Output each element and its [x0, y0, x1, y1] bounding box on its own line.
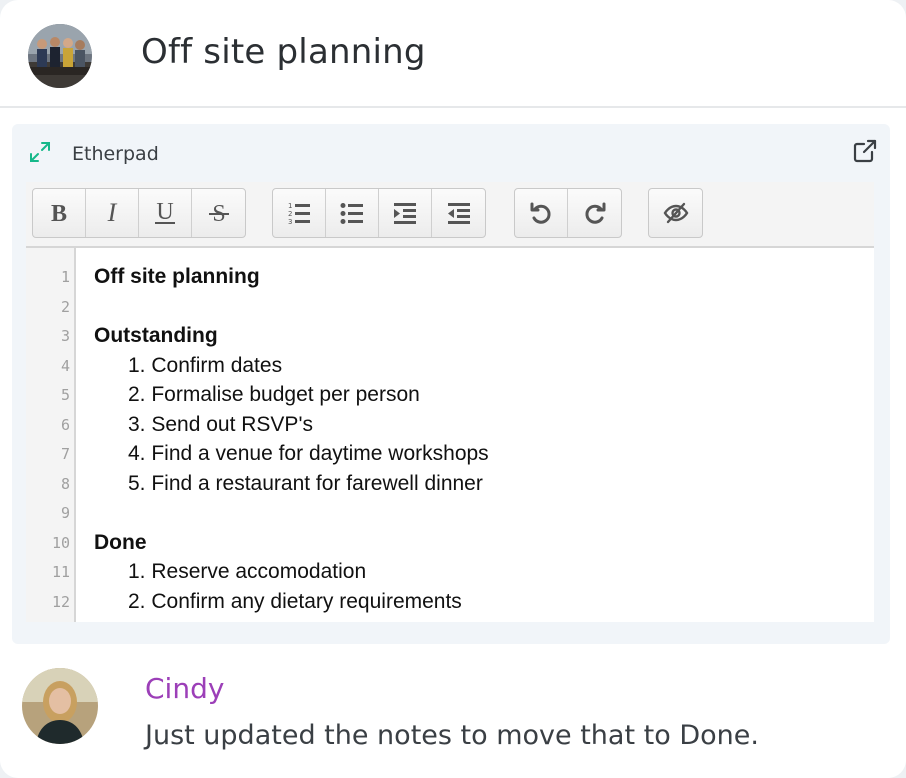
- etherpad-frame: B I U S 1 2 3 1 Off site planning 2 3 Ou…: [26, 182, 874, 622]
- pad-line[interactable]: 9: [26, 498, 874, 528]
- line-number: 10: [51, 533, 70, 552]
- pad-editor[interactable]: 1 Off site planning 2 3 Outstanding 4 1. Confi…: [26, 248, 874, 622]
- user-avatar[interactable]: [22, 668, 98, 744]
- indent-icon: [394, 203, 416, 224]
- line-text: Done: [94, 530, 147, 554]
- line-number: 11: [51, 563, 70, 581]
- list-item-text: 4. Find a venue for daytime workshops: [128, 442, 489, 465]
- svg-text:3: 3: [288, 218, 292, 226]
- svg-text:I: I: [107, 200, 118, 226]
- pad-line[interactable]: 6 3. Send out RSVP's: [26, 410, 874, 440]
- list-item-text: 5. Find a restaurant for farewell dinner: [128, 471, 483, 495]
- list-item-text: 3. Send out RSVP's: [128, 412, 313, 436]
- svg-text:1: 1: [288, 202, 292, 210]
- line-number: 8: [60, 474, 70, 493]
- line-text: Outstanding: [94, 324, 218, 347]
- line-number: 9: [60, 504, 70, 522]
- list-item-text: 1. Confirm dates: [128, 353, 283, 377]
- embed-header: Etherpad: [12, 124, 890, 180]
- line-text: Off site planning: [94, 265, 260, 288]
- pad-line[interactable]: 8 5. Find a restaurant for farewell dinne…: [26, 469, 874, 499]
- strikethrough-button[interactable]: S: [192, 189, 245, 237]
- pad-line[interactable]: 1 Off site planning: [26, 262, 874, 292]
- unordered-list-button[interactable]: [326, 189, 379, 237]
- expand-icon[interactable]: [28, 140, 52, 164]
- eye-slash-icon: [663, 202, 688, 224]
- line-number: 4: [60, 356, 70, 375]
- bullet-list-icon: [340, 203, 363, 224]
- underline-icon: U: [155, 200, 175, 225]
- etherpad-embed: Etherpad B I U S 1 2 3 1 Off site planni…: [12, 124, 890, 644]
- ordered-list-button[interactable]: 1 2 3: [273, 189, 326, 237]
- group-avatar[interactable]: [28, 24, 92, 88]
- list-item-text: 2. Confirm any dietary requirements: [128, 589, 462, 613]
- thread-header: Off site planning: [0, 0, 906, 108]
- line-number: 6: [60, 415, 70, 434]
- outdent-icon: [447, 203, 470, 224]
- pad-line[interactable]: 2: [26, 292, 874, 322]
- outdent-button[interactable]: [432, 189, 485, 237]
- undo-button[interactable]: [515, 189, 568, 237]
- undo-icon: [530, 202, 551, 224]
- conversation-card: Off site planning Etherpad B I U S 1 2 3…: [0, 0, 906, 778]
- ordered-list-icon: 1 2 3: [288, 202, 310, 226]
- underline-button[interactable]: U: [139, 189, 192, 237]
- pad-line[interactable]: 4 1. Confirm dates: [26, 351, 874, 381]
- list-item-text: 2. Formalise budget per person: [128, 383, 420, 406]
- line-number: 12: [51, 592, 70, 611]
- line-number: 2: [60, 297, 70, 316]
- hide-authorship-button[interactable]: [649, 189, 702, 237]
- list-item-text: 1. Reserve accomodation: [128, 560, 367, 583]
- svg-text:B: B: [51, 201, 67, 226]
- bold-button[interactable]: B: [33, 189, 86, 237]
- italic-icon: I: [107, 200, 118, 226]
- redo-button[interactable]: [568, 189, 621, 237]
- line-number: 5: [60, 386, 70, 404]
- pad-line[interactable]: 3 Outstanding: [26, 321, 874, 351]
- comment-text: Just updated the notes to move that to D…: [145, 720, 759, 751]
- open-external-icon[interactable]: [852, 138, 878, 164]
- view-group: [648, 188, 703, 238]
- line-number: 1: [60, 268, 70, 286]
- history-group: [514, 188, 622, 238]
- embed-app-label: Etherpad: [72, 143, 159, 165]
- pad-line[interactable]: 7 4. Find a venue for daytime workshops: [26, 439, 874, 469]
- format-group: B I U S: [32, 188, 246, 238]
- thread-title: Off site planning: [141, 32, 426, 72]
- pad-line[interactable]: 5 2. Formalise budget per person: [26, 380, 874, 410]
- pad-line[interactable]: 12 2. Confirm any dietary requirements: [26, 587, 874, 617]
- redo-icon: [584, 202, 605, 224]
- bold-icon: B: [51, 201, 67, 226]
- indent-button[interactable]: [379, 189, 432, 237]
- list-group: 1 2 3: [272, 188, 486, 238]
- comment-author[interactable]: Cindy: [145, 672, 224, 705]
- strikethrough-icon: S: [208, 201, 229, 226]
- pad-line[interactable]: 10 Done: [26, 528, 874, 558]
- line-number: 7: [60, 445, 70, 463]
- svg-text:2: 2: [288, 210, 292, 218]
- line-number: 3: [60, 327, 70, 345]
- italic-button[interactable]: I: [86, 189, 139, 237]
- pad-line[interactable]: 11 1. Reserve accomodation: [26, 557, 874, 587]
- svg-text:U: U: [156, 200, 173, 225]
- editor-toolbar: B I U S 1 2 3: [26, 182, 874, 248]
